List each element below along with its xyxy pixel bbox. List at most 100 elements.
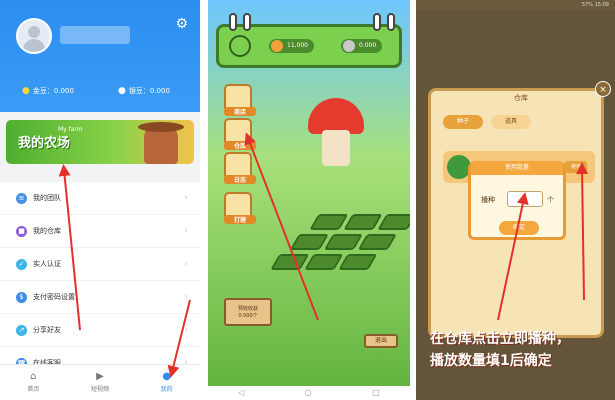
farm-plot[interactable]: [343, 214, 383, 230]
farm-game-screen: 11,000 0.000 商店 仓库 日志 打理 预收收获 0.000个 退出 …: [208, 0, 410, 400]
warehouse-title: 仓库: [514, 94, 528, 102]
menu-item-label: 我的仓库: [33, 227, 61, 235]
banner-title: 我的农场: [18, 136, 71, 151]
warehouse-icon: ■: [16, 225, 27, 237]
gear-icon[interactable]: ⚙: [175, 16, 188, 32]
system-nav-bar: ◁ ○ □: [208, 386, 410, 400]
gold-coin-counter: 11,000: [269, 39, 314, 53]
farm-plot[interactable]: [309, 214, 349, 230]
instruction-line-1: 在仓库点击立即播种，: [430, 331, 570, 347]
menu-item-verify[interactable]: ✓ 实人认证 ›: [0, 248, 200, 281]
gold-coin-value: 11,000: [287, 42, 308, 49]
manage-label: 打理: [224, 215, 256, 224]
confirm-button[interactable]: 确定: [499, 221, 539, 235]
exit-button[interactable]: 退出: [364, 334, 398, 348]
instruction-caption: 在仓库点击立即播种， 播放数量填1后确定: [430, 328, 610, 372]
silver-label: 银豆：: [128, 87, 150, 95]
menu-item-payment-password[interactable]: $ 支付密码设置 ›: [0, 281, 200, 314]
home-icon: ⌂: [30, 371, 37, 382]
chevron-right-icon: ›: [184, 193, 188, 203]
menu-item-share[interactable]: ↗ 分享好友 ›: [0, 314, 200, 347]
home-nav-icon[interactable]: ○: [305, 386, 312, 400]
gold-value: 0.000: [53, 87, 74, 95]
team-icon: ≡: [16, 192, 27, 204]
status-bar: 57% 15:09: [416, 0, 615, 10]
quantity-input[interactable]: 1: [507, 191, 543, 207]
shop-button[interactable]: 商店: [224, 84, 256, 116]
lock-icon: $: [16, 291, 27, 303]
tab-video[interactable]: ▶ 短视频: [67, 365, 134, 400]
harvest-sign-value: 0.000个: [238, 313, 258, 319]
menu-item-label: 分享好友: [33, 326, 61, 334]
profile-icon: ●: [162, 371, 172, 382]
warehouse-button[interactable]: 仓库: [224, 118, 256, 150]
farmer-illustration: [138, 122, 184, 164]
board-ring: [229, 13, 237, 31]
tab-props[interactable]: 道具: [491, 115, 531, 129]
warehouse-label: 仓库: [224, 141, 256, 150]
silver-bean-icon: ●: [118, 86, 126, 96]
warehouse-screen: 57% 15:09 仓库 × 种子 道具 使用 使用数量 播种 1 个 确定 在…: [416, 0, 615, 400]
chevron-right-icon: ›: [184, 292, 188, 302]
username-blurred: [60, 26, 130, 44]
profile-header: ⚙ ● 金豆：0.000 ● 银豆：0.000: [0, 0, 200, 112]
farm-plot[interactable]: [357, 234, 397, 250]
tab-seeds[interactable]: 种子: [443, 115, 483, 129]
log-button[interactable]: 日志: [224, 152, 256, 184]
board-ring: [387, 13, 395, 31]
farm-plot[interactable]: [270, 254, 310, 270]
board-ring: [243, 13, 251, 31]
farm-plot[interactable]: [377, 214, 410, 230]
avatar[interactable]: [16, 18, 52, 54]
resource-board: 11,000 0.000: [216, 13, 402, 68]
menu-item-warehouse[interactable]: ■ 我的仓库 ›: [0, 215, 200, 248]
my-farm-banner[interactable]: My farm 我的农场: [6, 120, 194, 164]
avatar-slot[interactable]: [229, 35, 251, 57]
tab-label: 首页: [27, 386, 40, 393]
farm-field: [233, 214, 410, 292]
chevron-right-icon: ›: [184, 325, 188, 335]
menu-item-label: 我的团队: [33, 194, 61, 202]
gold-bean-stat: ● 金豆：0.000: [22, 86, 74, 96]
silver-bean-stat: ● 银豆：0.000: [118, 86, 170, 96]
verify-icon: ✓: [16, 258, 27, 270]
tab-label: 我的: [160, 386, 173, 393]
tab-profile[interactable]: ● 我的: [133, 365, 200, 400]
farm-plot[interactable]: [338, 254, 378, 270]
gold-label: 金豆：: [32, 87, 54, 95]
silver-coin-value: 0.000: [359, 42, 377, 49]
share-icon: ↗: [16, 324, 27, 336]
silver-coin-icon: [343, 40, 355, 52]
mushroom-house: [308, 98, 364, 166]
silver-value: 0.000: [149, 87, 170, 95]
quantity-dialog: 使用数量 播种 1 个 确定: [468, 161, 566, 240]
recents-icon[interactable]: □: [372, 386, 380, 400]
instruction-line-2: 播放数量填1后确定: [430, 353, 552, 369]
sow-label: 播种: [481, 196, 495, 204]
board-ring: [373, 13, 381, 31]
close-icon[interactable]: ×: [595, 81, 611, 97]
chevron-right-icon: ›: [184, 259, 188, 269]
back-icon[interactable]: ◁: [238, 386, 244, 400]
profile-menu: ≡ 我的团队 › ■ 我的仓库 › ✓ 实人认证 › $ 支付密码设置 › ↗ …: [0, 182, 200, 380]
farm-plot[interactable]: [289, 234, 329, 250]
menu-item-team[interactable]: ≡ 我的团队 ›: [0, 182, 200, 215]
shop-label: 商店: [224, 107, 256, 116]
tab-home[interactable]: ⌂ 首页: [0, 365, 67, 400]
manage-button[interactable]: 打理: [224, 192, 256, 224]
chevron-right-icon: ›: [184, 226, 188, 236]
harvest-sign[interactable]: 预收收获 0.000个: [224, 298, 272, 326]
dialog-title: 使用数量: [471, 161, 563, 175]
log-label: 日志: [224, 175, 256, 184]
farm-plot[interactable]: [304, 254, 344, 270]
menu-item-label: 实人认证: [33, 260, 61, 268]
bottom-tab-bar: ⌂ 首页 ▶ 短视频 ● 我的: [0, 364, 200, 400]
menu-item-label: 支付密码设置: [33, 293, 75, 301]
tab-label: 短视频: [91, 386, 110, 393]
gold-coin-icon: [271, 40, 283, 52]
profile-screen: ⚙ ● 金豆：0.000 ● 银豆：0.000 My farm 我的农场 ≡ 我的团…: [0, 0, 200, 400]
farm-plot[interactable]: [323, 234, 363, 250]
video-icon: ▶: [96, 371, 104, 382]
silver-coin-counter: 0.000: [341, 39, 383, 53]
use-button[interactable]: 使用: [565, 161, 587, 173]
